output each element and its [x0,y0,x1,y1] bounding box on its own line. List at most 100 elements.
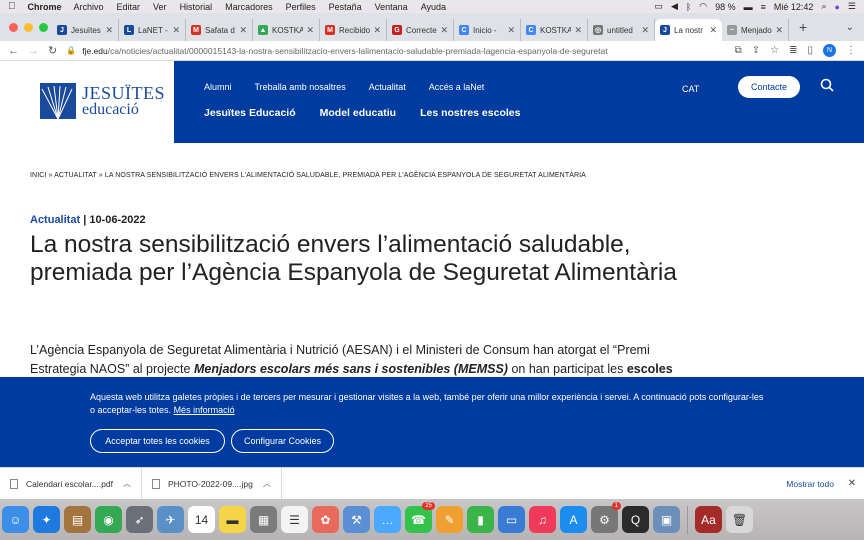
photos-icon[interactable]: ✿ [312,506,339,533]
chevron-up-icon[interactable]: ︿ [263,478,271,489]
configure-cookies-button[interactable]: Configurar Cookies [231,429,334,453]
image-capture-icon[interactable]: ▣ [653,506,680,533]
contact-button[interactable]: Contacte [738,76,800,98]
close-icon[interactable]: ✕ [848,478,856,489]
fullscreen-window-button[interactable] [39,22,48,32]
browser-tab[interactable]: ◎ untitled ✕ [588,19,655,41]
launchpad-icon[interactable]: ➶ [126,506,153,533]
tab-close-icon[interactable]: ✕ [373,25,381,36]
finder-icon[interactable]: ☺ [2,506,29,533]
menu-perfiles[interactable]: Perfiles [286,2,316,12]
browser-tab[interactable]: C KOSTKA ✕ [521,19,588,41]
battery-icon[interactable]: ▬ [744,2,753,12]
side-panel-icon[interactable]: ▯ [807,45,813,56]
lock-icon[interactable]: 🔒 [66,46,76,55]
menu-archivo[interactable]: Archivo [74,2,104,12]
calculator-icon[interactable]: ▦ [250,506,277,533]
bookmark-star-icon[interactable]: ☆ [770,45,779,56]
menu-editar[interactable]: Editar [117,2,141,12]
tab-close-icon[interactable]: ✕ [105,25,113,36]
siri-icon[interactable]: ● [834,2,839,12]
system-preferences-icon[interactable]: ⚙ 1 [591,502,621,533]
keynote-icon[interactable]: ▭ [498,506,525,533]
share-icon[interactable]: ⇪ [752,45,760,56]
quicktime-icon[interactable]: Q [622,506,649,533]
translate-icon[interactable]: ⧉ [735,45,742,56]
url-field[interactable]: 🔒 fje.edu/ca/noticies/actualitat/0000015… [66,46,734,56]
chrome-icon[interactable]: ◉ [95,506,122,533]
download-item[interactable]: Calendari escolar....pdf ︿ [0,467,142,500]
tab-close-icon[interactable]: ✕ [641,25,649,36]
reminders-icon[interactable]: ☰ [281,506,308,533]
profile-avatar[interactable]: N [823,44,836,57]
tab-close-icon[interactable]: ✕ [507,25,515,36]
nav-model-educatiu[interactable]: Model educatiu [320,107,396,119]
tools-icon[interactable]: ⚒ [343,506,370,533]
browser-tab[interactable]: ▲ KOSTKA ✕ [253,19,320,41]
chrome-menu-icon[interactable]: ⋮ [846,45,856,56]
more-info-link[interactable]: Més informació [174,405,235,415]
close-window-button[interactable] [9,22,18,32]
tab-close-icon[interactable]: ✕ [172,25,180,36]
browser-tab[interactable]: G Correcte ✕ [387,19,454,41]
chevron-up-icon[interactable]: ︿ [123,478,131,489]
menu-pestana[interactable]: Pestaña [329,2,362,12]
menubar-clock[interactable]: Mié 12:42 [774,2,814,12]
bluetooth-icon[interactable]: ᛒ [686,2,691,12]
nav-nostres-escoles[interactable]: Les nostres escoles [420,107,520,119]
nav-alumni[interactable]: Alumni [204,82,232,92]
back-button[interactable]: ← [8,45,19,57]
screen-icon[interactable]: ▭ [654,1,663,12]
preview-icon[interactable]: ✈ [157,506,184,533]
control-center-icon[interactable]: ≡ [761,2,766,12]
stickies-icon[interactable]: ▬ [219,506,246,533]
search-icon[interactable] [820,78,834,92]
numbers-icon[interactable]: ▮ [467,506,494,533]
tab-close-icon[interactable]: ✕ [306,25,314,36]
reload-button[interactable]: ↻ [48,44,57,57]
browser-tab[interactable]: J La nostr ✕ [655,19,722,41]
pages-icon[interactable]: ✎ [436,506,463,533]
nav-actualitat[interactable]: Actualitat [369,82,406,92]
site-logo[interactable]: JESUÏTES educació [40,83,165,119]
notification-center-icon[interactable]: ☰ [848,1,856,12]
tab-close-icon[interactable]: ✕ [709,25,717,36]
language-selector[interactable]: CAT [682,84,699,94]
app-menu[interactable]: Chrome [28,2,62,12]
show-all-downloads-button[interactable]: Mostrar todo [786,479,834,489]
browser-tab[interactable]: ~ Menjado ✕ [722,19,789,41]
tab-close-icon[interactable]: ✕ [574,25,582,36]
menu-ayuda[interactable]: Ayuda [421,2,446,12]
messages-icon[interactable]: … [374,506,401,533]
download-item[interactable]: PHOTO-2022-09....jpg ︿ [142,467,282,500]
apple-icon[interactable]:  [8,1,16,12]
minimize-window-button[interactable] [24,22,33,32]
article-category[interactable]: Actualitat [30,214,80,226]
dictionary-icon[interactable]: Aa [695,506,722,533]
wifi-icon[interactable]: ◠ [699,1,707,12]
menu-ver[interactable]: Ver [153,2,167,12]
forward-button[interactable]: → [28,45,39,57]
nav-treballa[interactable]: Treballa amb nosaltres [255,82,346,92]
browser-tab[interactable]: M Safata d ✕ [186,19,253,41]
trash-icon[interactable]: 🗑 [726,506,753,533]
nav-jesuites-educacio[interactable]: Jesuïtes Educació [204,107,296,119]
browser-tab[interactable]: J Jesuïtes ✕ [52,19,119,41]
nav-acces-lanet[interactable]: Accés a laNet [429,82,485,92]
new-tab-button[interactable]: + [799,19,807,35]
sound-icon[interactable]: ◀ [671,1,678,12]
app-store-icon[interactable]: A [560,506,587,533]
safari-icon[interactable]: ✦ [33,506,60,533]
menu-marcadores[interactable]: Marcadores [225,2,273,12]
tab-close-icon[interactable]: ✕ [440,25,448,36]
reading-list-icon[interactable]: ≣ [789,45,797,56]
tab-close-icon[interactable]: ✕ [775,25,783,36]
music-icon[interactable]: ♫ [529,506,556,533]
browser-tab[interactable]: L LaNET - ✕ [119,19,186,41]
browser-tab[interactable]: C Inicio - ✕ [454,19,521,41]
spotlight-icon[interactable]: ⌕ [821,1,826,12]
notes-book-icon[interactable]: ▤ [64,506,91,533]
calendar-icon[interactable]: 14 [188,506,215,533]
tab-close-icon[interactable]: ✕ [239,25,247,36]
menu-ventana[interactable]: Ventana [375,2,408,12]
